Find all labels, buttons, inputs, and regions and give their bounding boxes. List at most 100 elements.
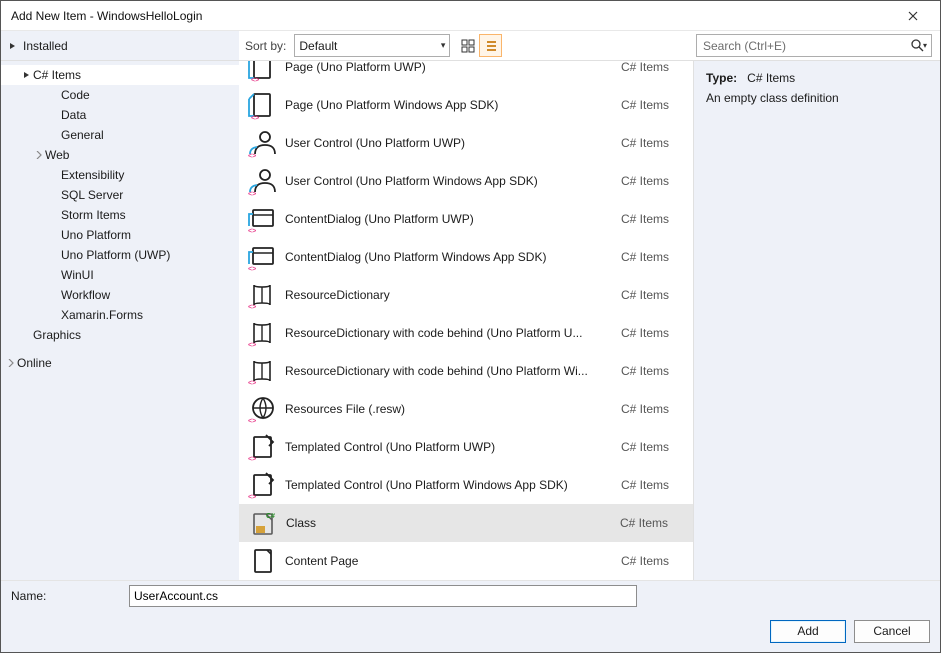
tree-node-code[interactable]: Code	[1, 85, 239, 105]
template-category: C# Items	[621, 174, 683, 188]
templated-icon	[247, 432, 277, 462]
template-item[interactable]: Page (Uno Platform UWP)C# Items	[239, 61, 693, 86]
tree-label: Extensibility	[61, 168, 124, 182]
detail-type-value: C# Items	[747, 71, 795, 85]
tiles-icon	[461, 39, 475, 53]
name-input[interactable]	[129, 585, 637, 607]
template-name: ResourceDictionary with code behind (Uno…	[285, 364, 621, 378]
template-category: C# Items	[620, 516, 682, 530]
template-item[interactable]: Templated Control (Uno Platform Windows …	[239, 466, 693, 504]
template-category: C# Items	[621, 402, 683, 416]
template-category: C# Items	[621, 478, 683, 492]
template-name: Templated Control (Uno Platform Windows …	[285, 478, 621, 492]
close-button[interactable]	[894, 3, 932, 29]
template-name: User Control (Uno Platform UWP)	[285, 136, 621, 150]
template-name: User Control (Uno Platform Windows App S…	[285, 174, 621, 188]
template-item[interactable]: Page (Uno Platform Windows App SDK)C# It…	[239, 86, 693, 124]
tree-node-web[interactable]: Web	[1, 145, 239, 165]
cancel-button[interactable]: Cancel	[854, 620, 930, 643]
search-box[interactable]: Search (Ctrl+E) ▾	[696, 34, 932, 57]
template-item[interactable]: User Control (Uno Platform Windows App S…	[239, 162, 693, 200]
sort-by-label: Sort by:	[245, 39, 286, 53]
tree-node-data[interactable]: Data	[1, 105, 239, 125]
tree-root-installed[interactable]: Installed	[1, 31, 239, 60]
template-category: C# Items	[621, 98, 683, 112]
template-category: C# Items	[621, 326, 683, 340]
tree-node-general[interactable]: General	[1, 125, 239, 145]
user-icon	[247, 128, 277, 158]
template-name: Templated Control (Uno Platform UWP)	[285, 440, 621, 454]
sort-by-value: Default	[299, 39, 337, 53]
tree-label: Online	[17, 356, 52, 370]
main-area: C# Items CodeDataGeneral Web Extensibility…	[1, 61, 940, 580]
toolbar: Sort by: Default ▾ Search (Ctrl+E)	[239, 31, 940, 60]
tree-label: Web	[45, 148, 69, 162]
tree-label: WinUI	[61, 268, 94, 282]
template-name: Resources File (.resw)	[285, 402, 621, 416]
tree-node-uno-platform[interactable]: Uno Platform	[1, 225, 239, 245]
contentpage-icon	[247, 546, 277, 576]
expand-icon	[5, 359, 17, 367]
detail-description: An empty class definition	[706, 91, 928, 105]
template-name: ResourceDictionary	[285, 288, 621, 302]
template-item[interactable]: ClassC# Items	[239, 504, 693, 542]
tree-node-xamarin-forms[interactable]: Xamarin.Forms	[1, 305, 239, 325]
template-name: Class	[286, 516, 620, 530]
template-category: C# Items	[621, 288, 683, 302]
view-tiles-button[interactable]	[456, 34, 479, 57]
template-item[interactable]: ContentDialog (Uno Platform Windows App …	[239, 238, 693, 276]
page-icon	[247, 61, 277, 82]
template-name: ResourceDictionary with code behind (Uno…	[285, 326, 621, 340]
template-item[interactable]: ResourceDictionary with code behind (Uno…	[239, 314, 693, 352]
tree-node-extensibility[interactable]: Extensibility	[1, 165, 239, 185]
tree-label: Workflow	[61, 288, 110, 302]
search-button[interactable]: ▾	[909, 39, 929, 52]
page-icon	[247, 90, 277, 120]
template-name: Page (Uno Platform UWP)	[285, 61, 621, 74]
close-icon	[908, 11, 918, 21]
resdict-icon	[247, 356, 277, 386]
tree-label: SQL Server	[61, 188, 123, 202]
template-item[interactable]: ResourceDictionaryC# Items	[239, 276, 693, 314]
template-name: ContentDialog (Uno Platform UWP)	[285, 212, 621, 226]
template-item[interactable]: User Control (Uno Platform UWP)C# Items	[239, 124, 693, 162]
template-category: C# Items	[621, 364, 683, 378]
templated-icon	[247, 470, 277, 500]
window-title: Add New Item - WindowsHelloLogin	[11, 9, 894, 23]
name-label: Name:	[11, 589, 129, 603]
resources-icon	[247, 394, 277, 424]
view-list-button[interactable]	[479, 34, 502, 57]
add-button[interactable]: Add	[770, 620, 846, 643]
tree-node-winui[interactable]: WinUI	[1, 265, 239, 285]
expand-icon	[33, 151, 45, 159]
template-list[interactable]: Page (Uno Platform UWP)C# ItemsPage (Uno…	[239, 61, 693, 580]
template-category: C# Items	[621, 250, 683, 264]
list-icon	[484, 39, 498, 53]
dialog-buttons: Add Cancel	[1, 610, 940, 652]
detail-type-row: Type: C# Items	[706, 71, 928, 85]
tree-node-workflow[interactable]: Workflow	[1, 285, 239, 305]
resdict-icon	[247, 280, 277, 310]
tree-label: Xamarin.Forms	[61, 308, 143, 322]
tree-node-storm-items[interactable]: Storm Items	[1, 205, 239, 225]
template-category: C# Items	[621, 212, 683, 226]
dialog-icon	[247, 204, 277, 234]
template-item[interactable]: ResourceDictionary with code behind (Uno…	[239, 352, 693, 390]
tree-node-csharp-items[interactable]: C# Items	[1, 65, 239, 85]
template-item[interactable]: Templated Control (Uno Platform UWP)C# I…	[239, 428, 693, 466]
tree-node-online[interactable]: Online	[1, 353, 239, 373]
template-category: C# Items	[621, 61, 683, 74]
template-item[interactable]: Content PageC# Items	[239, 542, 693, 580]
category-tree: C# Items CodeDataGeneral Web Extensibility…	[1, 61, 239, 580]
template-name: Page (Uno Platform Windows App SDK)	[285, 98, 621, 112]
tree-node-uno-platform-uwp-[interactable]: Uno Platform (UWP)	[1, 245, 239, 265]
toolbar-row: Installed Sort by: Default ▾	[1, 31, 940, 61]
tree-label: Uno Platform	[61, 228, 131, 242]
expand-icon	[21, 71, 33, 79]
tree-node-sql-server[interactable]: SQL Server	[1, 185, 239, 205]
template-item[interactable]: ContentDialog (Uno Platform UWP)C# Items	[239, 200, 693, 238]
detail-type-label: Type:	[706, 71, 737, 85]
template-item[interactable]: Resources File (.resw)C# Items	[239, 390, 693, 428]
sort-by-dropdown[interactable]: Default ▾	[294, 34, 450, 57]
tree-node-graphics[interactable]: Graphics	[1, 325, 239, 345]
